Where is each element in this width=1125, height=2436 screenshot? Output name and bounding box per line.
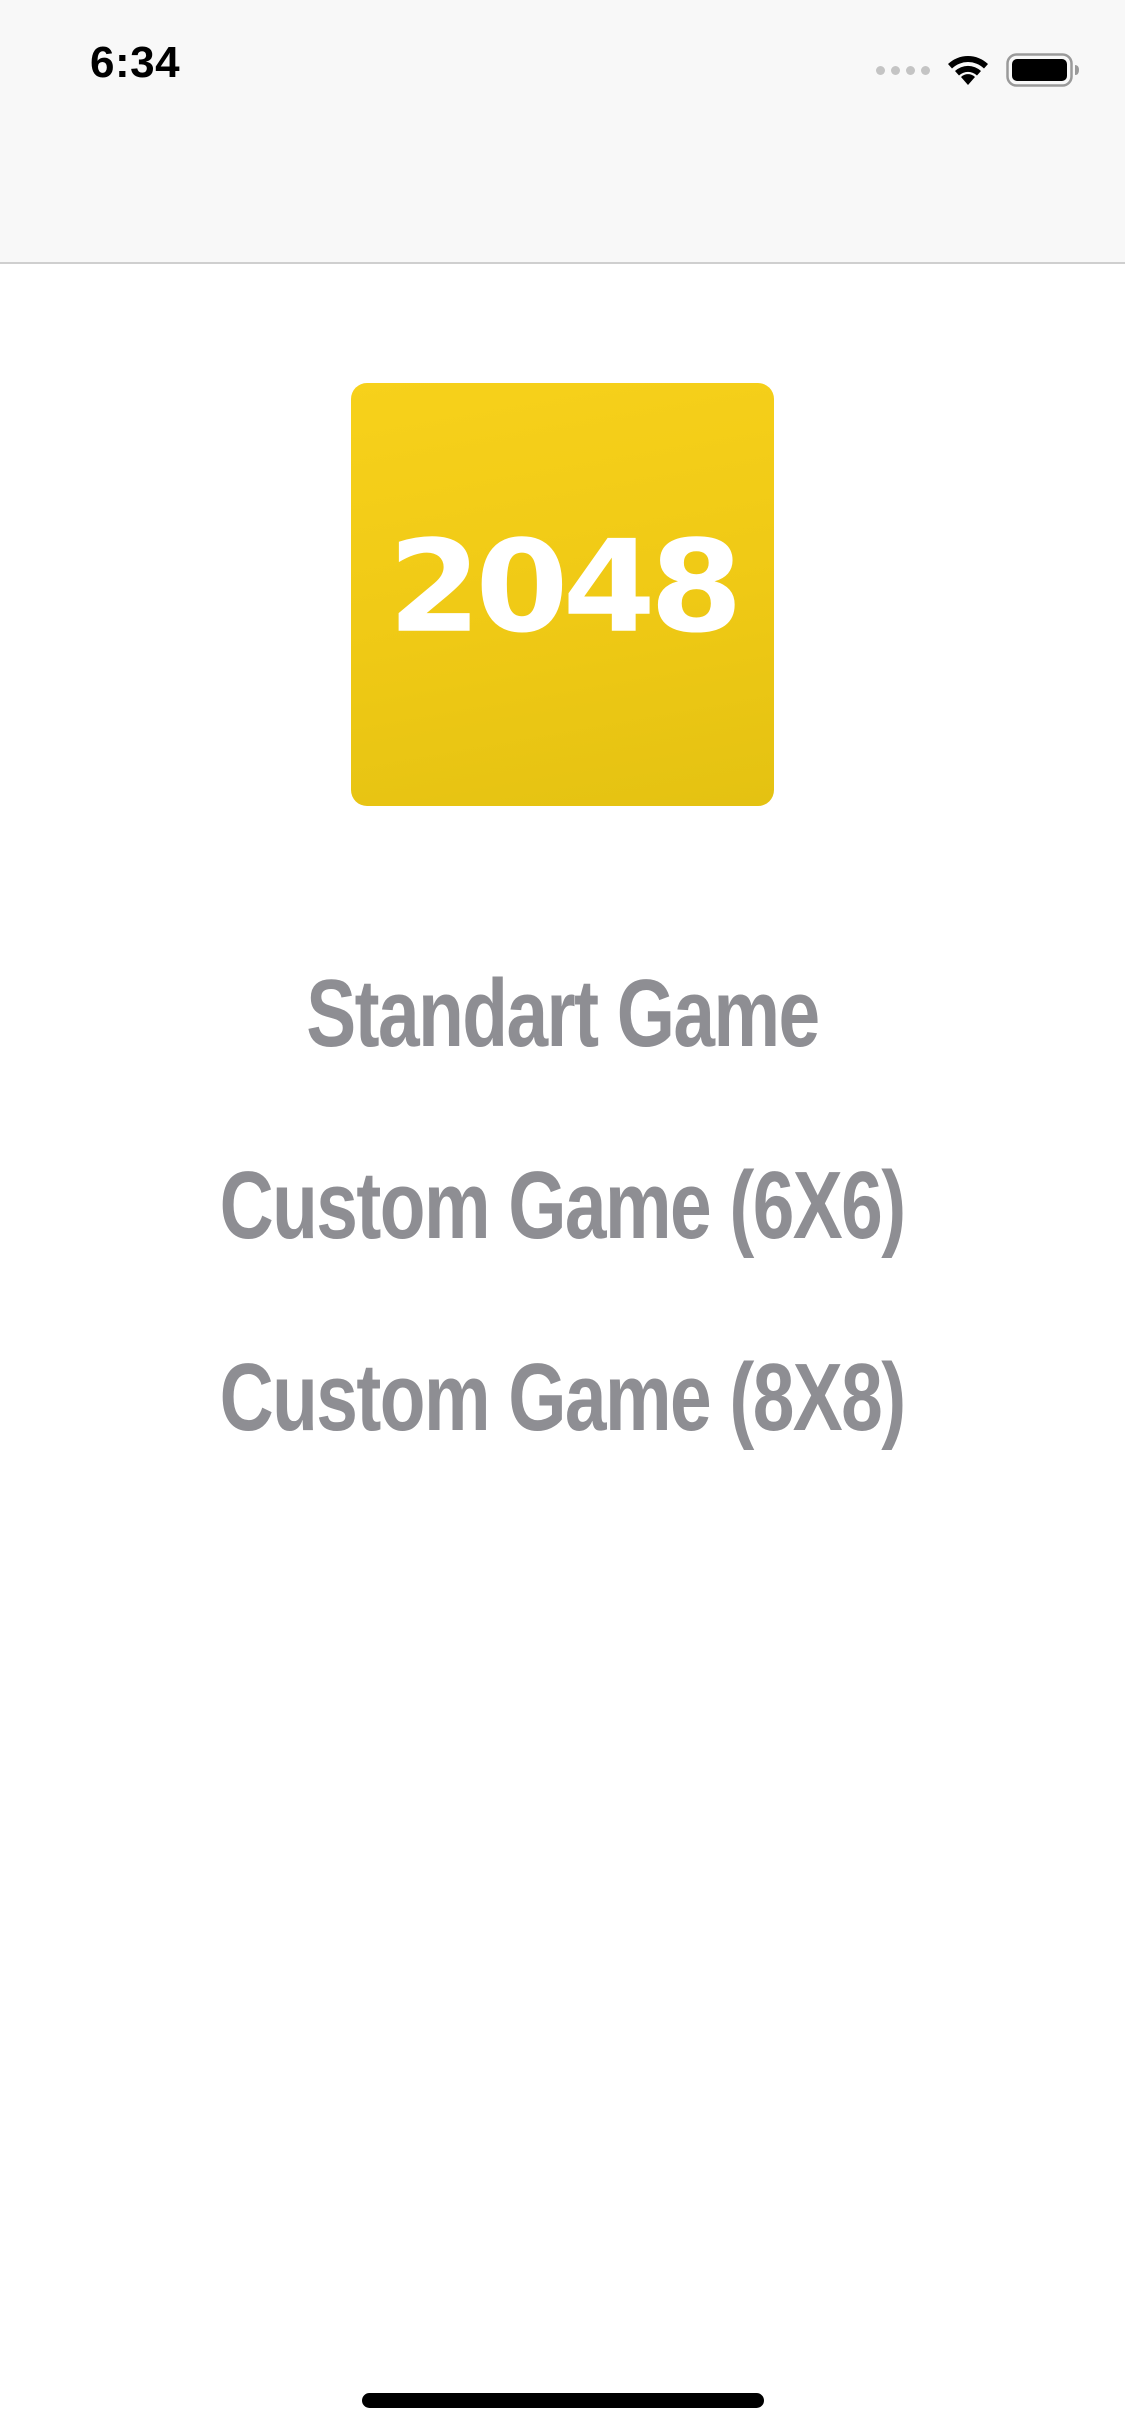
battery-icon	[1006, 53, 1080, 87]
logo-text: 2048	[388, 512, 743, 661]
status-icons	[876, 50, 1080, 90]
custom-game-8x8-button[interactable]: Custom Game (8X8)	[220, 1350, 907, 1446]
menu-row-standard: Standart Game	[0, 966, 1125, 1062]
navigation-bar: 6:34	[0, 0, 1125, 264]
signal-dots-icon	[876, 65, 930, 75]
wifi-icon	[946, 53, 990, 87]
home-indicator[interactable]	[362, 2393, 764, 2408]
app-logo: 2048	[351, 383, 774, 806]
custom-game-6x6-button[interactable]: Custom Game (6X6)	[220, 1158, 907, 1254]
menu-row-custom-8x8: Custom Game (8X8)	[0, 1350, 1125, 1446]
app-screen: 6:34 2048 Standart Game Custom Game (6X6…	[0, 0, 1125, 2436]
menu-row-custom-6x6: Custom Game (6X6)	[0, 1158, 1125, 1254]
standart-game-button[interactable]: Standart Game	[306, 966, 820, 1062]
status-time: 6:34	[90, 38, 181, 87]
